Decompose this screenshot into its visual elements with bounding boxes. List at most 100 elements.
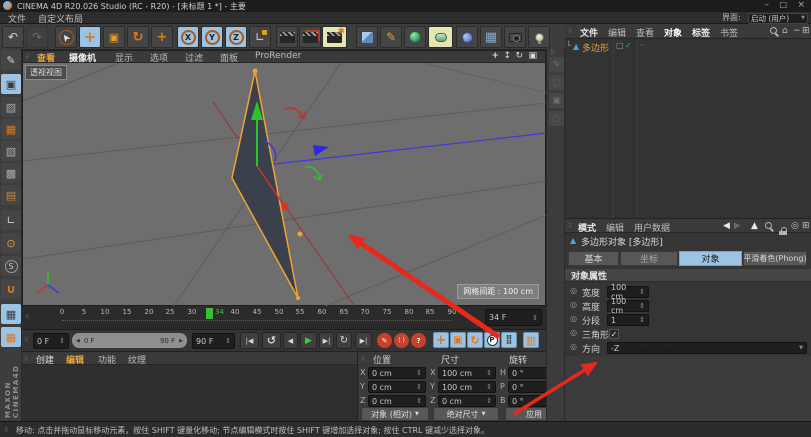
- stepper-icon[interactable]: ⇕: [59, 337, 65, 345]
- palette-button[interactable]: ◌: [549, 111, 564, 126]
- panel-menu-icon[interactable]: ⊞: [802, 221, 810, 231]
- extrude-generator-button[interactable]: [428, 26, 453, 48]
- coordinate-system-button[interactable]: ∟: [249, 26, 271, 48]
- view-toggle-icon[interactable]: ▣: [528, 51, 537, 61]
- render-picture-viewer-button[interactable]: [299, 26, 321, 48]
- play-backwards-button[interactable]: ↺: [262, 332, 281, 349]
- key-scale-toggle[interactable]: ▣: [450, 332, 466, 348]
- panel-menu-icon[interactable]: ⊞: [802, 26, 810, 36]
- home-icon[interactable]: ⌂: [782, 26, 788, 36]
- current-frame-marker[interactable]: [206, 308, 213, 319]
- record-keyframe-button[interactable]: ✎: [377, 333, 392, 348]
- snap-button[interactable]: S: [1, 256, 21, 276]
- target-icon[interactable]: ◎: [791, 221, 799, 231]
- key-parameter-toggle[interactable]: P: [484, 332, 500, 348]
- viewport-solo-button[interactable]: ⊙: [1, 233, 21, 253]
- key-position-toggle[interactable]: +: [433, 332, 449, 348]
- view-rotate-icon[interactable]: ↻: [515, 51, 523, 61]
- stepper-icon[interactable]: ⇕: [639, 302, 645, 310]
- model-mode-button[interactable]: ▣: [1, 74, 21, 94]
- view-pan-icon[interactable]: +: [491, 51, 499, 61]
- maximize-button[interactable]: □: [779, 0, 787, 9]
- selection-tool-button[interactable]: ➤: [55, 26, 77, 48]
- record-circle-icon[interactable]: ◎: [570, 300, 577, 309]
- polygons-mode-button[interactable]: ▩: [1, 163, 21, 183]
- stepper-icon[interactable]: ⇕: [486, 397, 492, 405]
- undo-button[interactable]: ↶: [2, 26, 24, 48]
- slider-left-arrow-icon[interactable]: ◀: [76, 338, 80, 344]
- om-menu-objects[interactable]: 对象: [664, 26, 682, 39]
- render-view-button[interactable]: [276, 26, 298, 48]
- record-circle-icon[interactable]: ◎: [570, 314, 577, 323]
- size-z-field[interactable]: 0 cm⇕: [438, 395, 496, 407]
- viewport-panel[interactable]: ⠿ 查看 摄像机 显示 选项 过滤 面板 ProRender + ↕ ↻ ▣ 透…: [22, 50, 546, 306]
- view-zoom-icon[interactable]: ↕: [503, 51, 511, 61]
- spline-pen-button[interactable]: ✎: [380, 26, 402, 48]
- orientation-dropdown[interactable]: -Z ▼: [607, 342, 807, 354]
- make-editable-button[interactable]: ✎: [1, 50, 21, 70]
- light-button[interactable]: [528, 26, 550, 48]
- material-menu-create[interactable]: 创建: [36, 353, 54, 366]
- palette-button[interactable]: ✎: [549, 57, 564, 72]
- lock-x-axis-button[interactable]: X: [177, 26, 199, 48]
- tab-phong[interactable]: 平滑着色(Phong): [743, 251, 807, 266]
- stepper-icon[interactable]: ⇕: [532, 314, 538, 322]
- unlink-icon[interactable]: −: [793, 26, 801, 36]
- deformer-button[interactable]: [456, 26, 478, 48]
- environment-floor-button[interactable]: ▦: [480, 26, 502, 48]
- position-z-field[interactable]: 0 cm⇕: [368, 395, 426, 407]
- om-menu-view[interactable]: 查看: [636, 26, 654, 39]
- size-y-field[interactable]: 100 cm⇕: [438, 381, 496, 393]
- stepper-icon[interactable]: ⇕: [225, 337, 231, 345]
- polygon-top-mode-button[interactable]: ▤: [1, 185, 21, 205]
- range-start-field[interactable]: 0 F⇕: [33, 333, 69, 349]
- size-x-field[interactable]: 100 cm⇕: [438, 367, 496, 379]
- play-button[interactable]: ▶: [300, 332, 317, 349]
- record-circle-icon[interactable]: ◎: [570, 286, 577, 295]
- om-menu-tags[interactable]: 标签: [692, 26, 710, 39]
- interface-dropdown[interactable]: 启动 (用户) ▼: [748, 13, 808, 24]
- key-rotation-toggle[interactable]: ↻: [467, 332, 483, 348]
- camera-button[interactable]: [504, 26, 526, 48]
- timeline-range-slider[interactable]: ◀ 0 F 90 F ▶: [72, 333, 187, 348]
- object-manager-body[interactable]: └ ▲ 多边形 □ ✓ · ·: [565, 39, 811, 218]
- range-end-field[interactable]: 90 F⇕: [192, 333, 235, 349]
- previous-frame-button[interactable]: ◀: [283, 332, 298, 349]
- timeline-ruler[interactable]: ⠿ 0 5 10 15 20 25 30 40 45 50 55 60 65 7…: [22, 306, 546, 330]
- stepper-icon[interactable]: ⇕: [486, 369, 492, 377]
- record-circle-icon[interactable]: ◎: [570, 342, 577, 351]
- close-button[interactable]: ×: [797, 0, 805, 10]
- edges-mode-button[interactable]: ▧: [1, 141, 21, 161]
- position-x-field[interactable]: 0 cm⇕: [368, 367, 426, 379]
- tab-basic[interactable]: 基本: [568, 251, 619, 266]
- visibility-dots-icon[interactable]: · ·: [640, 41, 645, 50]
- search-icon[interactable]: [770, 27, 777, 34]
- lock-z-axis-button[interactable]: Z: [225, 26, 247, 48]
- stepper-icon[interactable]: ⇕: [639, 316, 645, 324]
- workplane-lock-button[interactable]: ▦: [1, 304, 21, 324]
- subdivision-surface-button[interactable]: [404, 26, 426, 48]
- stepper-icon[interactable]: ⇕: [416, 397, 422, 405]
- current-frame-field[interactable]: 34 F⇕: [485, 309, 542, 326]
- lock-y-axis-button[interactable]: Y: [201, 26, 223, 48]
- loop-button[interactable]: ↻: [336, 332, 352, 349]
- slider-right-arrow-icon[interactable]: ▶: [179, 338, 183, 344]
- magnet-snap-button[interactable]: ∪: [1, 279, 21, 299]
- add-primitive-button[interactable]: [356, 26, 378, 48]
- tab-object[interactable]: 对象: [679, 251, 742, 266]
- object-name[interactable]: 多边形: [582, 41, 609, 54]
- history-back-icon[interactable]: ◀: [723, 221, 730, 231]
- scale-tool-button[interactable]: ▣: [103, 26, 125, 48]
- minimize-button[interactable]: –: [765, 0, 770, 10]
- parent-up-icon[interactable]: ▲: [751, 221, 758, 231]
- tab-coordinates[interactable]: 坐标: [620, 251, 678, 266]
- layer-tag-icon[interactable]: □: [616, 41, 624, 50]
- enabled-check-icon[interactable]: ✓: [625, 41, 632, 50]
- position-y-field[interactable]: 0 cm⇕: [368, 381, 426, 393]
- coordinate-mode-button[interactable]: 对象 (相对)▼: [362, 408, 428, 420]
- viewport-menu-prorender[interactable]: ProRender: [255, 51, 301, 61]
- stepper-icon[interactable]: ⇕: [416, 383, 422, 391]
- search-icon[interactable]: [765, 222, 772, 229]
- axis-mode-button[interactable]: ∟: [1, 210, 21, 230]
- material-menu-function[interactable]: 功能: [98, 353, 116, 366]
